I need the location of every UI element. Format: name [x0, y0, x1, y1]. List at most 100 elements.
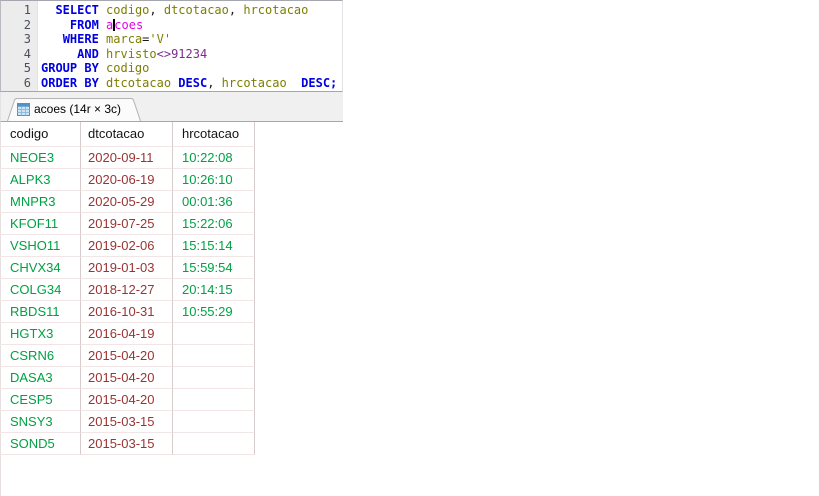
- table-row: COLG34 2018-12-27 20:14:15: [0, 279, 255, 301]
- grid-cell[interactable]: 2015-04-20: [81, 345, 173, 367]
- table-row: MNPR3 2020-05-29 00:01:36: [0, 191, 255, 213]
- grid-cell[interactable]: CHVX34: [0, 257, 81, 279]
- grid-cell[interactable]: HGTX3: [0, 323, 81, 345]
- grid-cell[interactable]: 2019-02-06: [81, 235, 173, 257]
- tab-label: acoes (14r × 3c): [34, 102, 122, 116]
- results-tab-bar: acoes (14r × 3c): [0, 92, 343, 122]
- code-token: hrcotacao: [243, 3, 309, 17]
- grid-cell[interactable]: 2015-04-20: [81, 389, 173, 411]
- grid-cell[interactable]: 2016-04-19: [81, 323, 173, 345]
- code-text: GROUP BY codigo: [41, 61, 149, 76]
- line-number: 2: [23, 17, 31, 32]
- grid-cell[interactable]: DASA3: [0, 367, 81, 389]
- table-row: CESP5 2015-04-20: [0, 389, 255, 411]
- code-line: 5 GROUP BY codigo: [1, 61, 342, 76]
- grid-cell[interactable]: [173, 411, 255, 433]
- code-line: 3 WHERE marca='V': [1, 32, 342, 47]
- table-row: RBDS11 2016-10-31 10:55:29: [0, 301, 255, 323]
- column-header-codigo[interactable]: codigo: [0, 122, 81, 147]
- table-row: HGTX3 2016-04-19: [0, 323, 255, 345]
- table-grid-icon: [17, 103, 30, 116]
- grid-cell[interactable]: 2020-09-11: [81, 147, 173, 169]
- sql-editor-panel[interactable]: 1 SELECT codigo, dtcotacao, hrcotacao 2 F…: [0, 0, 343, 92]
- grid-cell[interactable]: 10:55:29: [173, 301, 255, 323]
- table-row: VSHO11 2019-02-06 15:15:14: [0, 235, 255, 257]
- grid-cell[interactable]: KFOF11: [0, 213, 81, 235]
- grid-cell[interactable]: 2015-03-15: [81, 411, 173, 433]
- line-number: 5: [23, 61, 31, 75]
- grid-cell[interactable]: 2016-10-31: [81, 301, 173, 323]
- line-number: 6: [23, 75, 31, 90]
- code-token: codigo: [106, 3, 150, 17]
- grid-cell[interactable]: 15:22:06: [173, 213, 255, 235]
- grid-cell[interactable]: 10:22:08: [173, 147, 255, 169]
- grid-cell[interactable]: 2020-06-19: [81, 169, 173, 191]
- grid-cell[interactable]: [173, 323, 255, 345]
- code-token: DESC;: [301, 75, 338, 90]
- grid-cell[interactable]: RBDS11: [0, 301, 81, 323]
- page: { "colors": { "plain": "#1a1a1a", "kw": …: [0, 0, 819, 496]
- grid-cell[interactable]: [173, 433, 255, 455]
- grid-cell[interactable]: 10:26:10: [173, 169, 255, 191]
- grid-cell[interactable]: COLG34: [0, 279, 81, 301]
- code-token: hrvisto: [106, 46, 157, 61]
- grid-cell[interactable]: MNPR3: [0, 191, 81, 213]
- code-token: hrcotacao: [221, 75, 287, 90]
- grid-cell[interactable]: CSRN6: [0, 345, 81, 367]
- grid-cell[interactable]: CESP5: [0, 389, 81, 411]
- code-text: AND hrvisto<>91234: [41, 47, 207, 62]
- code-token: DESC: [178, 75, 208, 90]
- grid-cell[interactable]: 2020-05-29: [81, 191, 173, 213]
- table-row: CSRN6 2015-04-20: [0, 345, 255, 367]
- grid-cell[interactable]: ALPK3: [0, 169, 81, 191]
- line-number: 4: [23, 46, 31, 61]
- grid-cell[interactable]: [173, 389, 255, 411]
- grid-cell[interactable]: 2019-07-25: [81, 213, 173, 235]
- code-lines: 1 SELECT codigo, dtcotacao, hrcotacao 2 F…: [1, 3, 342, 90]
- grid-cell[interactable]: 2019-01-03: [81, 257, 173, 279]
- code-line: 1 SELECT codigo, dtcotacao, hrcotacao: [1, 3, 342, 18]
- code-line: 4 AND hrvisto<>91234: [1, 47, 342, 62]
- column-header-hrcotacao[interactable]: hrcotacao: [173, 122, 255, 147]
- grid-cell[interactable]: 20:14:15: [173, 279, 255, 301]
- grid-cell[interactable]: SNSY3: [0, 411, 81, 433]
- line-number: 1: [23, 3, 31, 17]
- code-token: GROUP BY: [41, 61, 99, 75]
- tab-acoes[interactable]: acoes (14r × 3c): [7, 98, 141, 121]
- grid-cell[interactable]: 00:01:36: [173, 191, 255, 213]
- code-token: ,: [149, 3, 164, 17]
- grid-cell[interactable]: [173, 345, 255, 367]
- column-header-dtcotacao[interactable]: dtcotacao: [81, 122, 173, 147]
- grid-cell[interactable]: 2015-04-20: [81, 367, 173, 389]
- grid-cell[interactable]: 15:15:14: [173, 235, 255, 257]
- table-row: CHVX34 2019-01-03 15:59:54: [0, 257, 255, 279]
- code-text: FROM acoes: [41, 18, 143, 33]
- grid-cell[interactable]: NEOE3: [0, 147, 81, 169]
- code-token: coes: [114, 17, 144, 32]
- grid-cell[interactable]: [173, 367, 255, 389]
- code-token: dtcotacao: [106, 75, 172, 90]
- code-token: FROM: [69, 17, 99, 32]
- code-token: ,: [207, 75, 222, 90]
- grid-cell[interactable]: 2015-03-15: [81, 433, 173, 455]
- code-line: 6 ORDER BY dtcotacao DESC, hrcotacao DESC…: [1, 76, 342, 91]
- table-row: SNSY3 2015-03-15: [0, 411, 255, 433]
- grid-header-row: codigo dtcotacao hrcotacao: [0, 122, 255, 147]
- code-token: dtcotacao: [163, 3, 229, 17]
- code-token: SELECT: [55, 3, 99, 17]
- table-row: KFOF11 2019-07-25 15:22:06: [0, 213, 255, 235]
- grid-cell[interactable]: SOND5: [0, 433, 81, 455]
- grid-cell[interactable]: 15:59:54: [173, 257, 255, 279]
- grid-cell[interactable]: 2018-12-27: [81, 279, 173, 301]
- code-token: <>91234: [156, 46, 208, 61]
- grid-cell[interactable]: VSHO11: [0, 235, 81, 257]
- code-token: marca: [106, 32, 143, 46]
- code-text: SELECT codigo, dtcotacao, hrcotacao: [41, 3, 308, 18]
- results-grid: codigo dtcotacao hrcotacao NEOE3 2020-09-11 1…: [0, 122, 255, 455]
